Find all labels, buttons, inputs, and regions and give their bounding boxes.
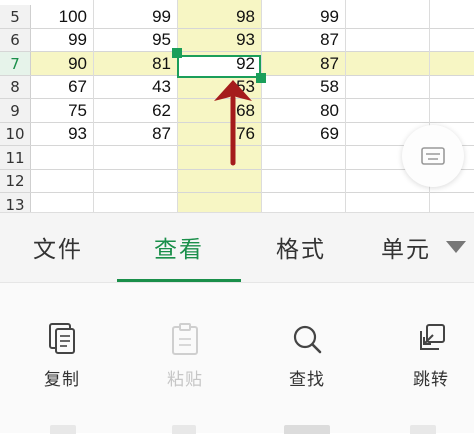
paste-icon — [172, 323, 198, 355]
chevron-down-icon[interactable] — [446, 241, 466, 253]
tab-format[interactable]: 格式 — [259, 213, 343, 281]
search-icon — [293, 325, 322, 354]
table-cell[interactable]: 92 — [177, 52, 261, 76]
copy-label: 复制 — [44, 370, 80, 390]
copy-button[interactable]: 复制 — [22, 323, 102, 390]
jump-icon — [420, 324, 445, 350]
find-button[interactable]: 查找 — [267, 323, 347, 390]
annotation-arrow — [214, 80, 252, 166]
goto-label: 跳转 — [413, 370, 449, 390]
keyboard-toggle-button[interactable] — [402, 125, 464, 187]
spreadsheet-grid[interactable]: 5 100 99 98 99 6 99 95 93 87 7 90 81 92 87 8 67 43 53 58 9 75… — [0, 0, 474, 212]
find-label: 查找 — [289, 370, 325, 390]
goto-button[interactable]: 跳转 — [391, 323, 471, 390]
copy-icon — [49, 323, 75, 354]
keyboard-icon — [421, 147, 445, 165]
paste-label: 粘贴 — [167, 370, 203, 390]
tab-view[interactable]: 查看 — [137, 213, 221, 281]
tab-file[interactable]: 文件 — [18, 213, 98, 281]
paste-button[interactable]: 粘贴 — [145, 323, 225, 390]
toolbar-panel: 复制 粘贴 查找 跳转 — [0, 282, 474, 434]
ribbon-tab-bar: 文件 查看 格式 单元 — [0, 212, 474, 282]
tab-cell[interactable]: 单元 — [381, 213, 431, 281]
